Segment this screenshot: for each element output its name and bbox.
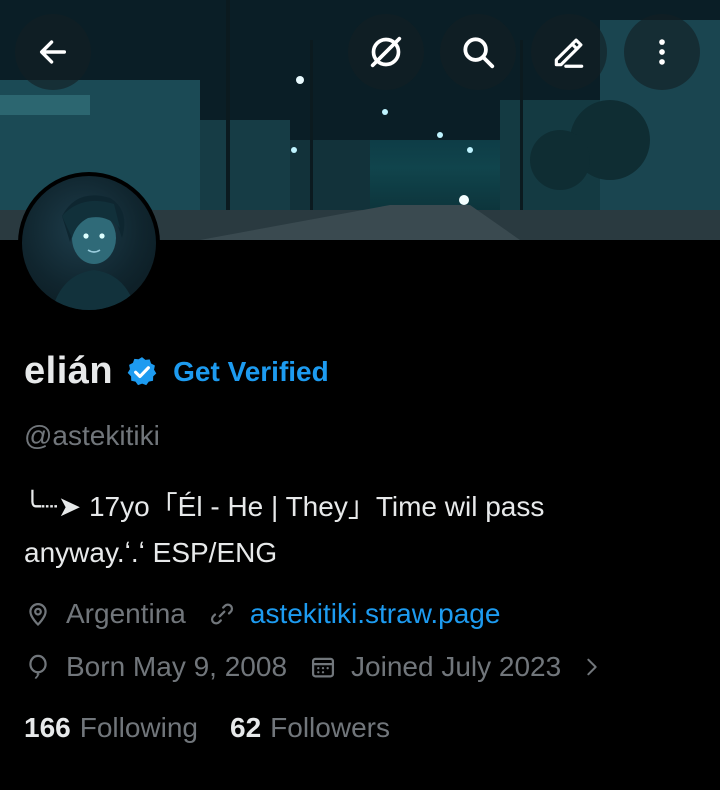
display-name: elián	[24, 350, 114, 392]
followers-link[interactable]: 62 Followers	[230, 712, 390, 744]
birthday-joined-row[interactable]: Born May 9, 2008 Joined July 2023	[24, 651, 617, 683]
bio-line: ╰┈➤ 17yo「Él - He | They」Time wil pass	[24, 491, 545, 522]
back-button[interactable]	[15, 14, 91, 90]
verified-badge-icon[interactable]	[125, 355, 159, 389]
balloon-icon	[24, 653, 52, 681]
chevron-right-icon	[581, 656, 603, 678]
avatar-image	[22, 176, 156, 310]
location-website-row: Argentina astekitiki.straw.page	[24, 598, 500, 630]
joined-text: Joined July 2023	[351, 651, 562, 682]
more-vertical-icon	[645, 35, 679, 69]
bio-line: anyway.ʻ.ʻ ESP/ENG	[24, 537, 278, 568]
user-handle: @astekitiki	[24, 420, 160, 451]
calendar-icon	[309, 653, 337, 681]
bio: ╰┈➤ 17yo「Él - He | They」Time wil pass an…	[24, 484, 704, 576]
link-icon	[208, 600, 236, 628]
followers-label: Followers	[270, 712, 390, 743]
follow-stats: 166 Following 62 Followers	[24, 712, 390, 744]
following-count: 166	[24, 712, 71, 743]
following-label: Following	[79, 712, 198, 743]
grok-button[interactable]	[348, 14, 424, 90]
followers-count: 62	[230, 712, 262, 743]
search-icon	[459, 33, 497, 71]
following-link[interactable]: 166 Following	[24, 712, 198, 744]
grok-icon	[366, 32, 406, 72]
edit-pencil-icon	[550, 33, 588, 71]
born-text: Born May 9, 2008	[66, 651, 288, 682]
name-row: elián Get Verified	[24, 350, 329, 393]
more-options-button[interactable]	[624, 14, 700, 90]
avatar[interactable]	[18, 172, 160, 314]
edit-button[interactable]	[531, 14, 607, 90]
location-text: Argentina	[66, 598, 186, 629]
arrow-left-icon	[36, 35, 70, 69]
search-button[interactable]	[440, 14, 516, 90]
location-pin-icon	[24, 600, 52, 628]
website-link[interactable]: astekitiki.straw.page	[250, 598, 501, 630]
get-verified-link[interactable]: Get Verified	[173, 356, 329, 388]
